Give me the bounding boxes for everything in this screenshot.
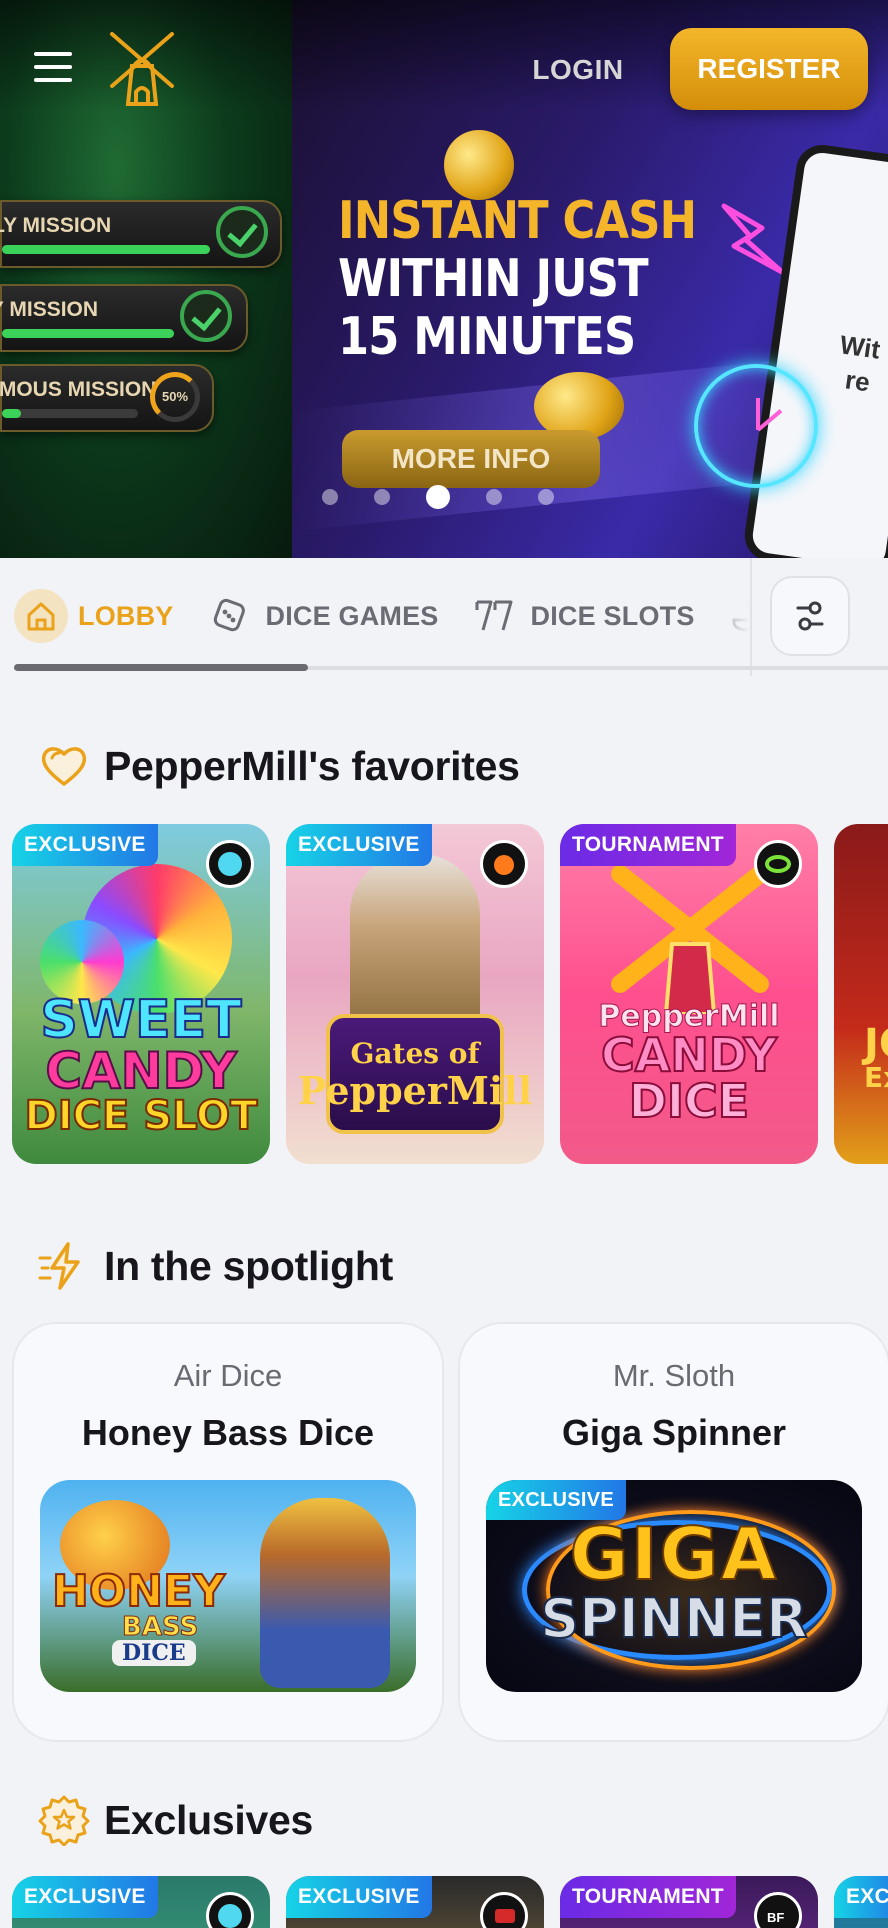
category-tab-bar: LOBBY DICE GAMES DICE SLOTS F (0, 558, 888, 678)
game-tile-peppermill-candy-dice[interactable]: PepperMill CANDY DICE TOURNAMENT (560, 824, 818, 1164)
promo-line-1: INSTANT CASH (338, 191, 697, 251)
spotlight-card-honey-bass-dice[interactable]: Air Dice Honey Bass Dice HONEY BASS DICE (12, 1322, 444, 1742)
carousel-dots (322, 484, 554, 510)
provider-icon (480, 1892, 528, 1928)
check-circle-icon (180, 290, 232, 342)
exclusive-badge: EXCLUSIVE (486, 1480, 627, 1520)
carousel-dot[interactable] (486, 489, 502, 505)
lightning-icon (38, 1242, 80, 1290)
login-button[interactable]: LOGIN (520, 48, 636, 92)
heart-icon (41, 747, 87, 786)
provider-icon (754, 840, 802, 888)
section-title: PepperMill's favorites (104, 742, 520, 789)
carousel-dot[interactable] (374, 489, 390, 505)
game-name: Giga Spinner (561, 1412, 787, 1453)
section-title: In the spotlight (104, 1242, 393, 1289)
spotlight-header: In the spotlight (38, 1240, 393, 1292)
mission-progress (2, 409, 138, 418)
mission-label: DAILY MISSION (0, 214, 112, 237)
windmill-logo-icon[interactable] (108, 30, 176, 108)
provider-icon (480, 840, 528, 888)
star-badge-icon (38, 1795, 90, 1846)
slot-seven-icon (467, 589, 521, 643)
carousel-dot-active[interactable] (426, 485, 450, 509)
game-tile-gates-of-peppermill[interactable]: Gates of PepperMill EXCLUSIVE (286, 824, 544, 1164)
carousel-dot[interactable] (538, 489, 554, 505)
game-art-title: HONEY BASS DICE (51, 1566, 226, 1666)
exclusive-badge: EXCLUSIVE (286, 824, 432, 866)
tab-label: LOBBY (78, 600, 174, 631)
dice-icon (202, 589, 256, 643)
mission-progress (2, 245, 210, 254)
tabs-scrollbar[interactable] (14, 664, 308, 671)
game-art-title: PepperMill CANDY DICE (598, 999, 780, 1128)
game-tile[interactable]: TOURNAMENT BF (560, 1876, 818, 1928)
exclusive-badge: EXCLUSIVE (286, 1876, 432, 1918)
mission-label: FAMOUS MISSION (0, 378, 157, 401)
mission-label: WEEKLY MISSION (0, 298, 99, 321)
provider-icon (206, 1892, 254, 1928)
favorites-header: PepperMill's favorites (38, 740, 520, 792)
bear-art (260, 1498, 390, 1688)
section-title: Exclusives (104, 1796, 313, 1843)
category-tabs: LOBBY DICE GAMES DICE SLOTS F (14, 580, 750, 652)
tab-lobby[interactable]: LOBBY (14, 580, 174, 652)
mission-progress-ring: 50% (150, 372, 200, 422)
game-name: Honey Bass Dice (81, 1412, 375, 1453)
zeus-art (350, 854, 480, 1034)
game-tile[interactable]: EXCLUSIVE (12, 1876, 270, 1928)
tournament-badge: TOURNAMENT (560, 1876, 736, 1918)
check-circle-icon (216, 206, 268, 258)
tab-label: DICE SLOTS (530, 600, 695, 631)
game-tile[interactable]: EXCLUSIVE (286, 1876, 544, 1928)
provider-icon: BF (754, 1892, 802, 1928)
provider-name: Mr. Sloth (612, 1358, 736, 1393)
provider-name: Air Dice (173, 1358, 283, 1393)
game-art-title: JO Exp H (864, 1021, 888, 1094)
game-tile-partial[interactable]: JO Exp H (834, 824, 888, 1164)
casino-lobby-page: DAILY MISSION WEEKLY MISSION FAMOUS MISS… (0, 0, 888, 1928)
promo-line-3: 15 MINUTES (338, 307, 636, 367)
game-tile-sweet-candy[interactable]: SWEET CANDY DICE SLOT EXCLUSIVE (12, 824, 270, 1164)
exclusives-header: Exclusives (38, 1794, 313, 1846)
more-info-button[interactable]: MORE INFO (342, 430, 600, 488)
game-art-title: SWEET CANDY DICE SLOT (24, 990, 259, 1139)
mission-progress (2, 329, 174, 338)
hero-banner[interactable]: DAILY MISSION WEEKLY MISSION FAMOUS MISS… (0, 0, 888, 558)
windmill-art (611, 865, 769, 1014)
filter-button[interactable] (770, 576, 850, 656)
provider-icon (206, 840, 254, 888)
tab-label: DICE GAMES (265, 600, 439, 631)
exclusive-badge: EXC (834, 1876, 888, 1918)
spotlight-card-giga-spinner[interactable]: Mr. Sloth Giga Spinner GIGA SPINNER EXCL… (458, 1322, 888, 1742)
sliders-icon (796, 601, 824, 631)
game-thumbnail: GIGA SPINNER EXCLUSIVE (486, 1480, 862, 1692)
game-art-title: Gates of PepperMill (297, 1037, 533, 1113)
tab-dice-slots[interactable]: DICE SLOTS (467, 580, 695, 652)
tournament-badge: TOURNAMENT (560, 824, 736, 866)
divider (750, 558, 752, 676)
tabs-fade (690, 580, 750, 652)
exclusive-badge: EXCLUSIVE (12, 1876, 158, 1918)
promo-headline: INSTANT CASH WITHIN JUST 15 MINUTES (338, 191, 697, 367)
coin-graphic (444, 130, 514, 200)
game-tile[interactable]: EXC (834, 1876, 888, 1928)
tab-dice-games[interactable]: DICE GAMES (202, 580, 439, 652)
carousel-dot[interactable] (322, 489, 338, 505)
clock-icon (694, 364, 818, 488)
register-button[interactable]: REGISTER (670, 28, 868, 110)
game-art-title: GIGA SPINNER (539, 1512, 808, 1650)
hamburger-menu-icon[interactable] (34, 52, 72, 82)
game-thumbnail: HONEY BASS DICE (40, 1480, 416, 1692)
phone-text: Wit re (838, 329, 883, 398)
exclusive-badge: EXCLUSIVE (12, 824, 158, 866)
promo-line-2: WITHIN JUST (338, 249, 649, 309)
house-icon (14, 589, 68, 643)
